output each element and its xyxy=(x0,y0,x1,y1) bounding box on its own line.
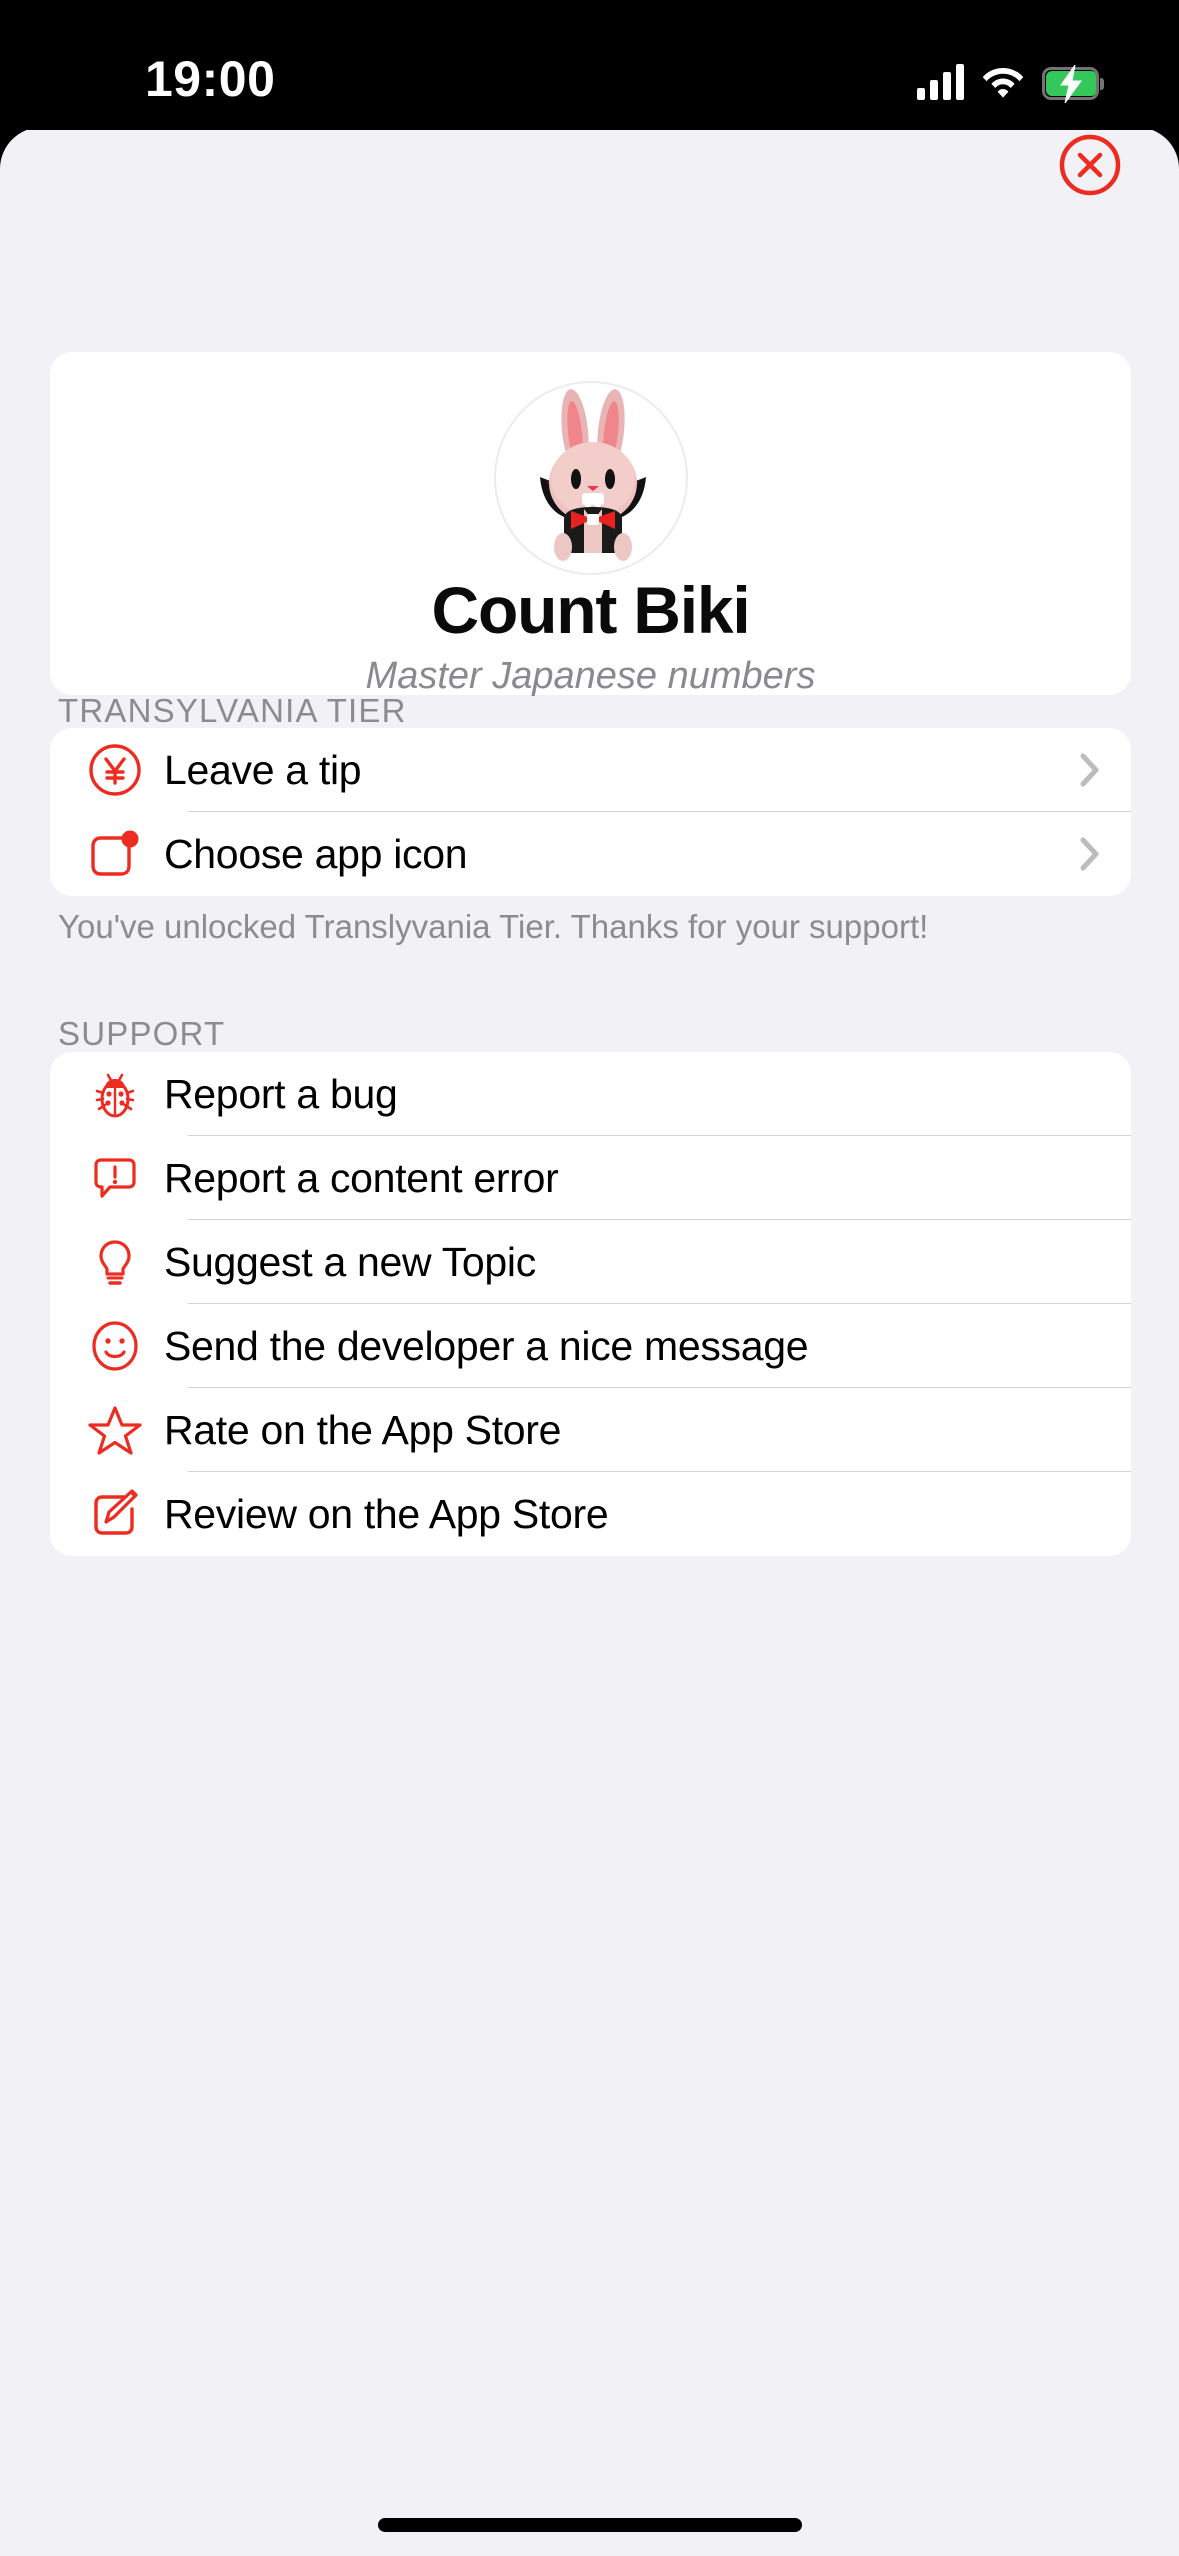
status-bar-indicators xyxy=(917,60,1104,103)
square-pencil-icon xyxy=(86,1485,164,1543)
list-item-rate-on-the-app-store[interactable]: Rate on the App Store xyxy=(50,1388,1131,1472)
list-item-review-on-the-app-store[interactable]: Review on the App Store xyxy=(50,1472,1131,1556)
status-bar-clock: 19:00 xyxy=(145,51,276,107)
chevron-right-icon xyxy=(1071,752,1101,788)
section-header-transylvania-tier: TRANSYLVANIA TIER xyxy=(58,692,407,729)
profile-header-card: Count Biki Master Japanese numbers xyxy=(50,352,1131,695)
close-circle-icon[interactable] xyxy=(1058,133,1122,197)
list-item-label: Suggest a new Topic xyxy=(164,1238,536,1285)
star-outline-icon xyxy=(86,1401,164,1459)
cellular-bars-icon xyxy=(917,64,964,100)
vampire-bunny-avatar xyxy=(539,389,646,561)
list-item-report-a-content-error[interactable]: Report a content error xyxy=(50,1136,1131,1220)
ladybug-icon xyxy=(86,1065,164,1123)
exclamation-bubble-icon xyxy=(86,1149,164,1207)
wifi-icon xyxy=(982,68,1024,98)
lightning-bolt-icon xyxy=(1060,65,1082,103)
avatar xyxy=(493,381,688,575)
list-item-report-a-bug[interactable]: Report a bug xyxy=(50,1052,1131,1136)
list-item-suggest-a-new-topic[interactable]: Suggest a new Topic xyxy=(50,1220,1131,1304)
list-item-leave-a-tip[interactable]: Leave a tip xyxy=(50,728,1131,812)
settings-sheet: Count Biki Master Japanese numbers TRANS… xyxy=(0,127,1179,2556)
page-subtitle: Master Japanese numbers xyxy=(365,655,816,697)
transylvania-tier-list: Leave a tip Choose app icon xyxy=(50,728,1131,896)
yen-circle-icon xyxy=(86,741,164,799)
list-item-label: Report a content error xyxy=(164,1154,559,1201)
list-item-label: Leave a tip xyxy=(164,746,362,793)
list-item-choose-app-icon[interactable]: Choose app icon xyxy=(50,812,1131,896)
smiley-face-icon xyxy=(86,1317,164,1375)
section-footer-transylvania-tier: You've unlocked Translyvania Tier. Thank… xyxy=(58,908,929,945)
list-item-label: Report a bug xyxy=(164,1070,398,1117)
app-badge-icon xyxy=(86,825,164,883)
battery-charging-icon xyxy=(1042,65,1104,103)
section-header-support: SUPPORT xyxy=(58,1015,226,1052)
lightbulb-icon xyxy=(86,1233,164,1291)
list-item-label: Rate on the App Store xyxy=(164,1406,562,1453)
list-item-label: Review on the App Store xyxy=(164,1490,609,1537)
page-title: Count Biki xyxy=(431,573,751,647)
list-item-send-developer-message[interactable]: Send the developer a nice message xyxy=(50,1304,1131,1388)
list-item-label: Send the developer a nice message xyxy=(164,1322,809,1369)
home-indicator xyxy=(377,2518,802,2532)
status-bar: 19:00 xyxy=(0,0,1179,130)
chevron-right-icon xyxy=(1071,836,1101,872)
list-item-label: Choose app icon xyxy=(164,830,468,877)
support-list: Report a bug Report a content error Sugg… xyxy=(50,1052,1131,1556)
